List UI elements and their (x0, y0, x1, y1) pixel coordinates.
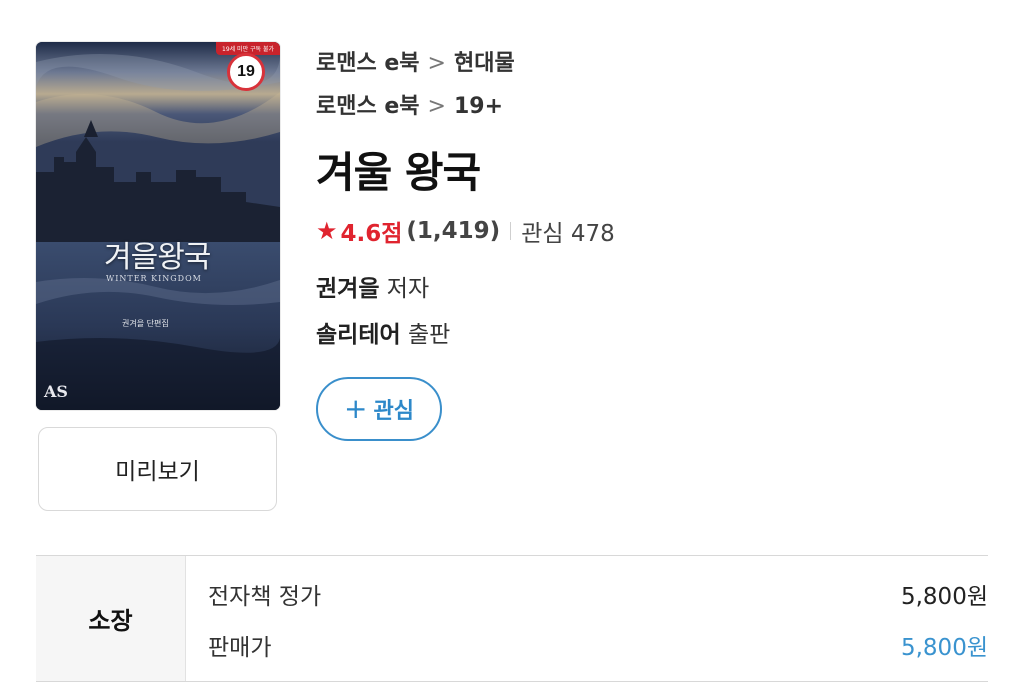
list-price-row: 전자책 정가 5,800원 (208, 577, 988, 611)
book-title: 겨울 왕국 (316, 148, 481, 197)
author-line: 권겨을 저자 (316, 269, 429, 303)
chevron-right-icon: > (427, 51, 446, 76)
cover-author: 권겨을 단편집 (122, 319, 169, 328)
sale-price-row: 판매가 5,800원 (208, 628, 988, 662)
age-rating-badge: 19 (227, 53, 265, 91)
publisher-line: 솔리테어 출판 (316, 315, 450, 349)
list-price-value: 5,800원 (900, 584, 988, 610)
publisher-logo: AS (44, 382, 68, 401)
preview-button[interactable]: 미리보기 (38, 427, 277, 511)
breadcrumb: 로맨스 e북 >19+ (316, 88, 503, 120)
sale-price-label: 판매가 (208, 635, 272, 661)
wish-button-label: 관심 (373, 399, 414, 424)
cover-subtitle: WINTER KINGDOM (106, 274, 202, 283)
breadcrumb-parent-link[interactable]: 로맨스 e북 (316, 51, 420, 76)
rating-row: ★ 4.6점 (1,419) 관심 478 (316, 214, 615, 248)
sale-price-value: 5,800원 (900, 635, 988, 661)
author-link[interactable]: 권겨을 (316, 276, 379, 302)
wish-button[interactable]: + 관심 (316, 377, 442, 441)
review-count-link[interactable]: (1,419) (406, 218, 500, 244)
breadcrumb: 로맨스 e북 > 현대물 (316, 45, 515, 77)
publisher-suffix: 출판 (400, 322, 451, 348)
plus-icon: + (344, 392, 368, 425)
breadcrumb-child-link[interactable]: 현대물 (454, 51, 515, 76)
list-price-label: 전자책 정가 (208, 584, 322, 610)
publisher-link[interactable]: 솔리테어 (316, 322, 401, 348)
star-icon: ★ (316, 217, 338, 245)
cover-art (36, 42, 280, 410)
wish-count: 관심 478 (521, 221, 615, 247)
breadcrumb-child-link[interactable]: 19+ (454, 94, 503, 119)
rating-score: 4.6점 (340, 221, 403, 247)
divider (510, 222, 512, 240)
cover-title: 겨을왕국 (104, 240, 211, 275)
book-cover[interactable]: 19세 미만 구독 불가 겨을왕국 WINTER KINGDOM 권겨을 단편집… (36, 42, 280, 410)
breadcrumb-parent-link[interactable]: 로맨스 e북 (316, 94, 420, 119)
chevron-right-icon: > (427, 94, 446, 119)
author-suffix: 저자 (379, 276, 430, 302)
price-table: 소장 전자책 정가 5,800원 판매가 5,800원 (36, 555, 988, 682)
purchase-type-header: 소장 (36, 556, 186, 681)
